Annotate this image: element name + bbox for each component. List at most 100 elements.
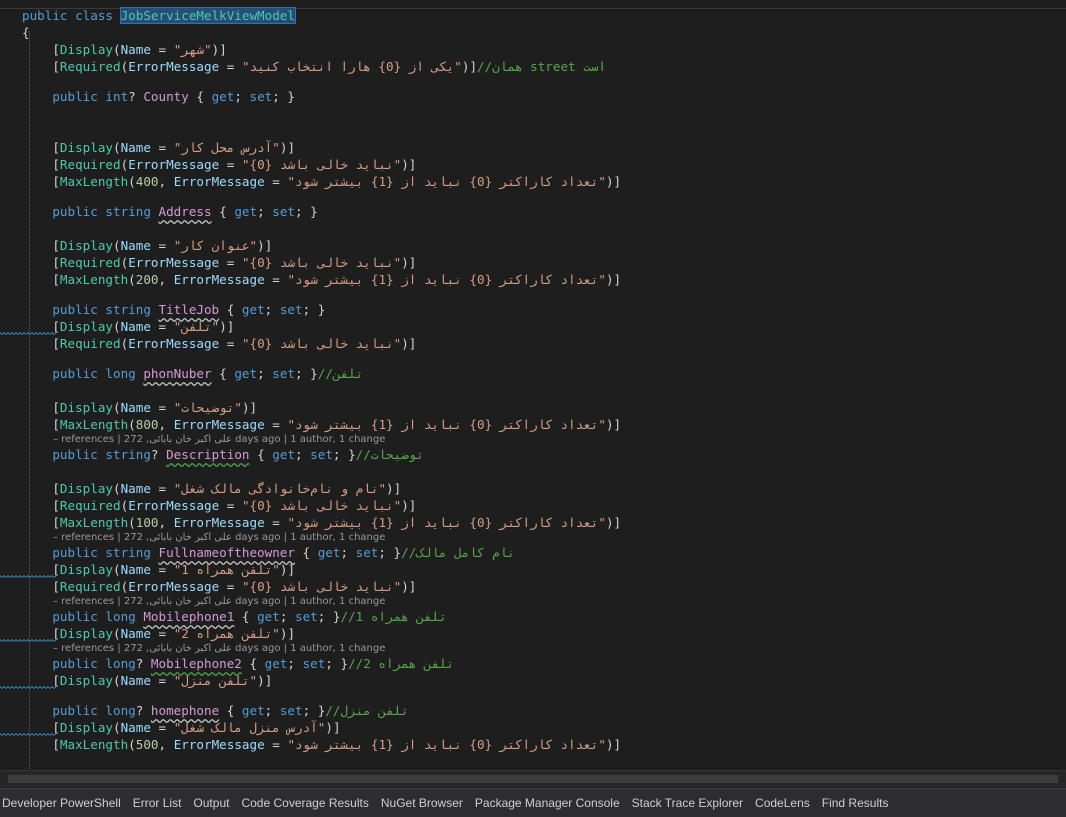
code-token: (: [113, 238, 121, 253]
code-token: ErrorMessage: [128, 157, 220, 172]
code-token: ErrorMessage: [173, 417, 265, 432]
code-token: ;: [234, 89, 250, 104]
code-token: =: [219, 336, 242, 351]
code-token: //همان street است: [477, 59, 606, 74]
code-token: ;: [294, 447, 311, 462]
code-token: Mobilephone1: [143, 609, 235, 624]
code-token: Name: [120, 626, 151, 641]
code-token: homephone: [150, 703, 220, 718]
code-token: =: [150, 400, 174, 415]
scrollbar-thumb[interactable]: [8, 775, 1058, 783]
code-token: {: [249, 447, 273, 462]
code-token: get: [211, 89, 235, 104]
code-token: =: [219, 579, 242, 594]
code-token: )]: [401, 579, 417, 594]
code-token: )]: [605, 272, 622, 287]
code-token: //تلفن منزل: [325, 703, 409, 718]
code-token: 200: [135, 272, 159, 287]
code-token: "عنوان کار": [173, 238, 258, 253]
code-token: set: [272, 204, 295, 219]
code-line: [Display(Name = "شهر")]: [22, 42, 226, 57]
code-token: ; }: [272, 89, 295, 104]
codelens-line[interactable]: – references | علی اکبر خان بابائی, 272 …: [53, 434, 385, 446]
tab-package-manager-console[interactable]: Package Manager Console: [469, 796, 626, 810]
code-token: ;: [257, 204, 273, 219]
code-token: Display: [59, 481, 113, 496]
code-token: [: [22, 737, 60, 752]
code-token: )]: [219, 319, 235, 334]
code-token: get: [234, 204, 258, 219]
code-token: =: [264, 174, 288, 189]
tab-find-results[interactable]: Find Results: [816, 796, 895, 810]
code-token: =: [150, 140, 174, 155]
code-token: MaxLength: [59, 174, 129, 189]
code-line: public string? Description { get; set; }…: [22, 447, 424, 462]
code-line: [Display(Name = "توضیحات")]: [22, 400, 257, 415]
code-line: [Display(Name = "آدرس منزل مالک شغل")]: [22, 720, 340, 735]
tab-nuget-browser[interactable]: NuGet Browser: [375, 796, 469, 810]
code-token: set: [295, 609, 318, 624]
code-token: =: [264, 417, 288, 432]
code-token: //تلفن: [317, 366, 364, 381]
code-token: [: [22, 174, 60, 189]
code-token: )]: [279, 626, 296, 641]
code-token: =: [219, 59, 242, 74]
code-token: //توضیحات: [355, 447, 424, 462]
code-token: Name: [120, 720, 151, 735]
horizontal-scrollbar[interactable]: [0, 770, 1066, 787]
tab-developer-powershell[interactable]: Developer PowerShell: [0, 796, 127, 810]
code-line: [Display(Name = "تلفن همراه 1")]: [22, 562, 295, 577]
code-token: [: [22, 272, 60, 287]
code-token: (: [128, 174, 136, 189]
code-editor[interactable]: public class JobServiceMelkViewModel{ [D…: [0, 0, 1066, 770]
code-token: ;: [279, 609, 295, 624]
code-token: "تلفن": [173, 319, 220, 334]
code-token: =: [150, 42, 174, 57]
code-token: Address: [158, 204, 212, 219]
tab-code-coverage-results[interactable]: Code Coverage Results: [235, 796, 374, 810]
code-line: [Display(Name = "تلفن همراه 2")]: [22, 626, 295, 641]
code-token: =: [264, 737, 288, 752]
code-token: [: [22, 498, 60, 513]
code-line: {: [22, 25, 30, 40]
code-token: ,: [158, 272, 174, 287]
code-line: [Required(ErrorMessage = "{0} نباید خالی…: [22, 579, 416, 594]
codelens-line[interactable]: – references | علی اکبر خان بابائی, 272 …: [53, 643, 385, 655]
code-token: ErrorMessage: [173, 737, 265, 752]
code-token: Required: [59, 336, 121, 351]
code-token: Required: [59, 255, 121, 270]
code-token: ; }: [325, 656, 349, 671]
codelens-line[interactable]: – references | علی اکبر خان بابائی, 272 …: [53, 596, 385, 608]
code-token: {: [241, 656, 265, 671]
code-token: )]: [386, 481, 402, 496]
code-token: =: [150, 481, 174, 496]
tab-output[interactable]: Output: [187, 796, 235, 810]
code-token: {: [234, 609, 258, 624]
tab-error-list[interactable]: Error List: [127, 796, 188, 810]
code-token: (: [113, 140, 121, 155]
code-token: "تعداد کاراکتر {0} نباید از {1} بیشتر شو…: [287, 272, 606, 287]
tab-codelens[interactable]: CodeLens: [749, 796, 816, 810]
code-token: public int: [22, 89, 129, 104]
code-token: "{0} نباید خالی باشد": [241, 255, 402, 270]
code-token: ErrorMessage: [128, 579, 220, 594]
code-token: "{0} نباید خالی باشد": [241, 498, 402, 513]
code-token: Required: [59, 59, 121, 74]
code-token: {: [211, 204, 235, 219]
code-token: "{0} نباید خالی باشد": [241, 579, 402, 594]
code-token: Display: [59, 400, 113, 415]
codelens-line[interactable]: – references | علی اکبر خان بابائی, 272 …: [53, 532, 385, 544]
code-token: )]: [605, 174, 622, 189]
code-token: public long: [22, 656, 136, 671]
code-token: TitleJob: [158, 302, 220, 317]
code-token: ?: [150, 447, 167, 462]
tab-stack-trace-explorer[interactable]: Stack Trace Explorer: [626, 796, 749, 810]
code-line: [Display(Name = "تلفن منزل")]: [22, 673, 272, 688]
code-token: County: [143, 89, 189, 104]
code-token: 400: [135, 174, 159, 189]
code-token: get: [234, 366, 258, 381]
code-token: [: [22, 140, 60, 155]
code-token: "تلفن منزل": [173, 673, 258, 688]
code-line: [Required(ErrorMessage = "{0} نباید خالی…: [22, 255, 416, 270]
code-token: //نام کامل مالک: [401, 545, 515, 560]
